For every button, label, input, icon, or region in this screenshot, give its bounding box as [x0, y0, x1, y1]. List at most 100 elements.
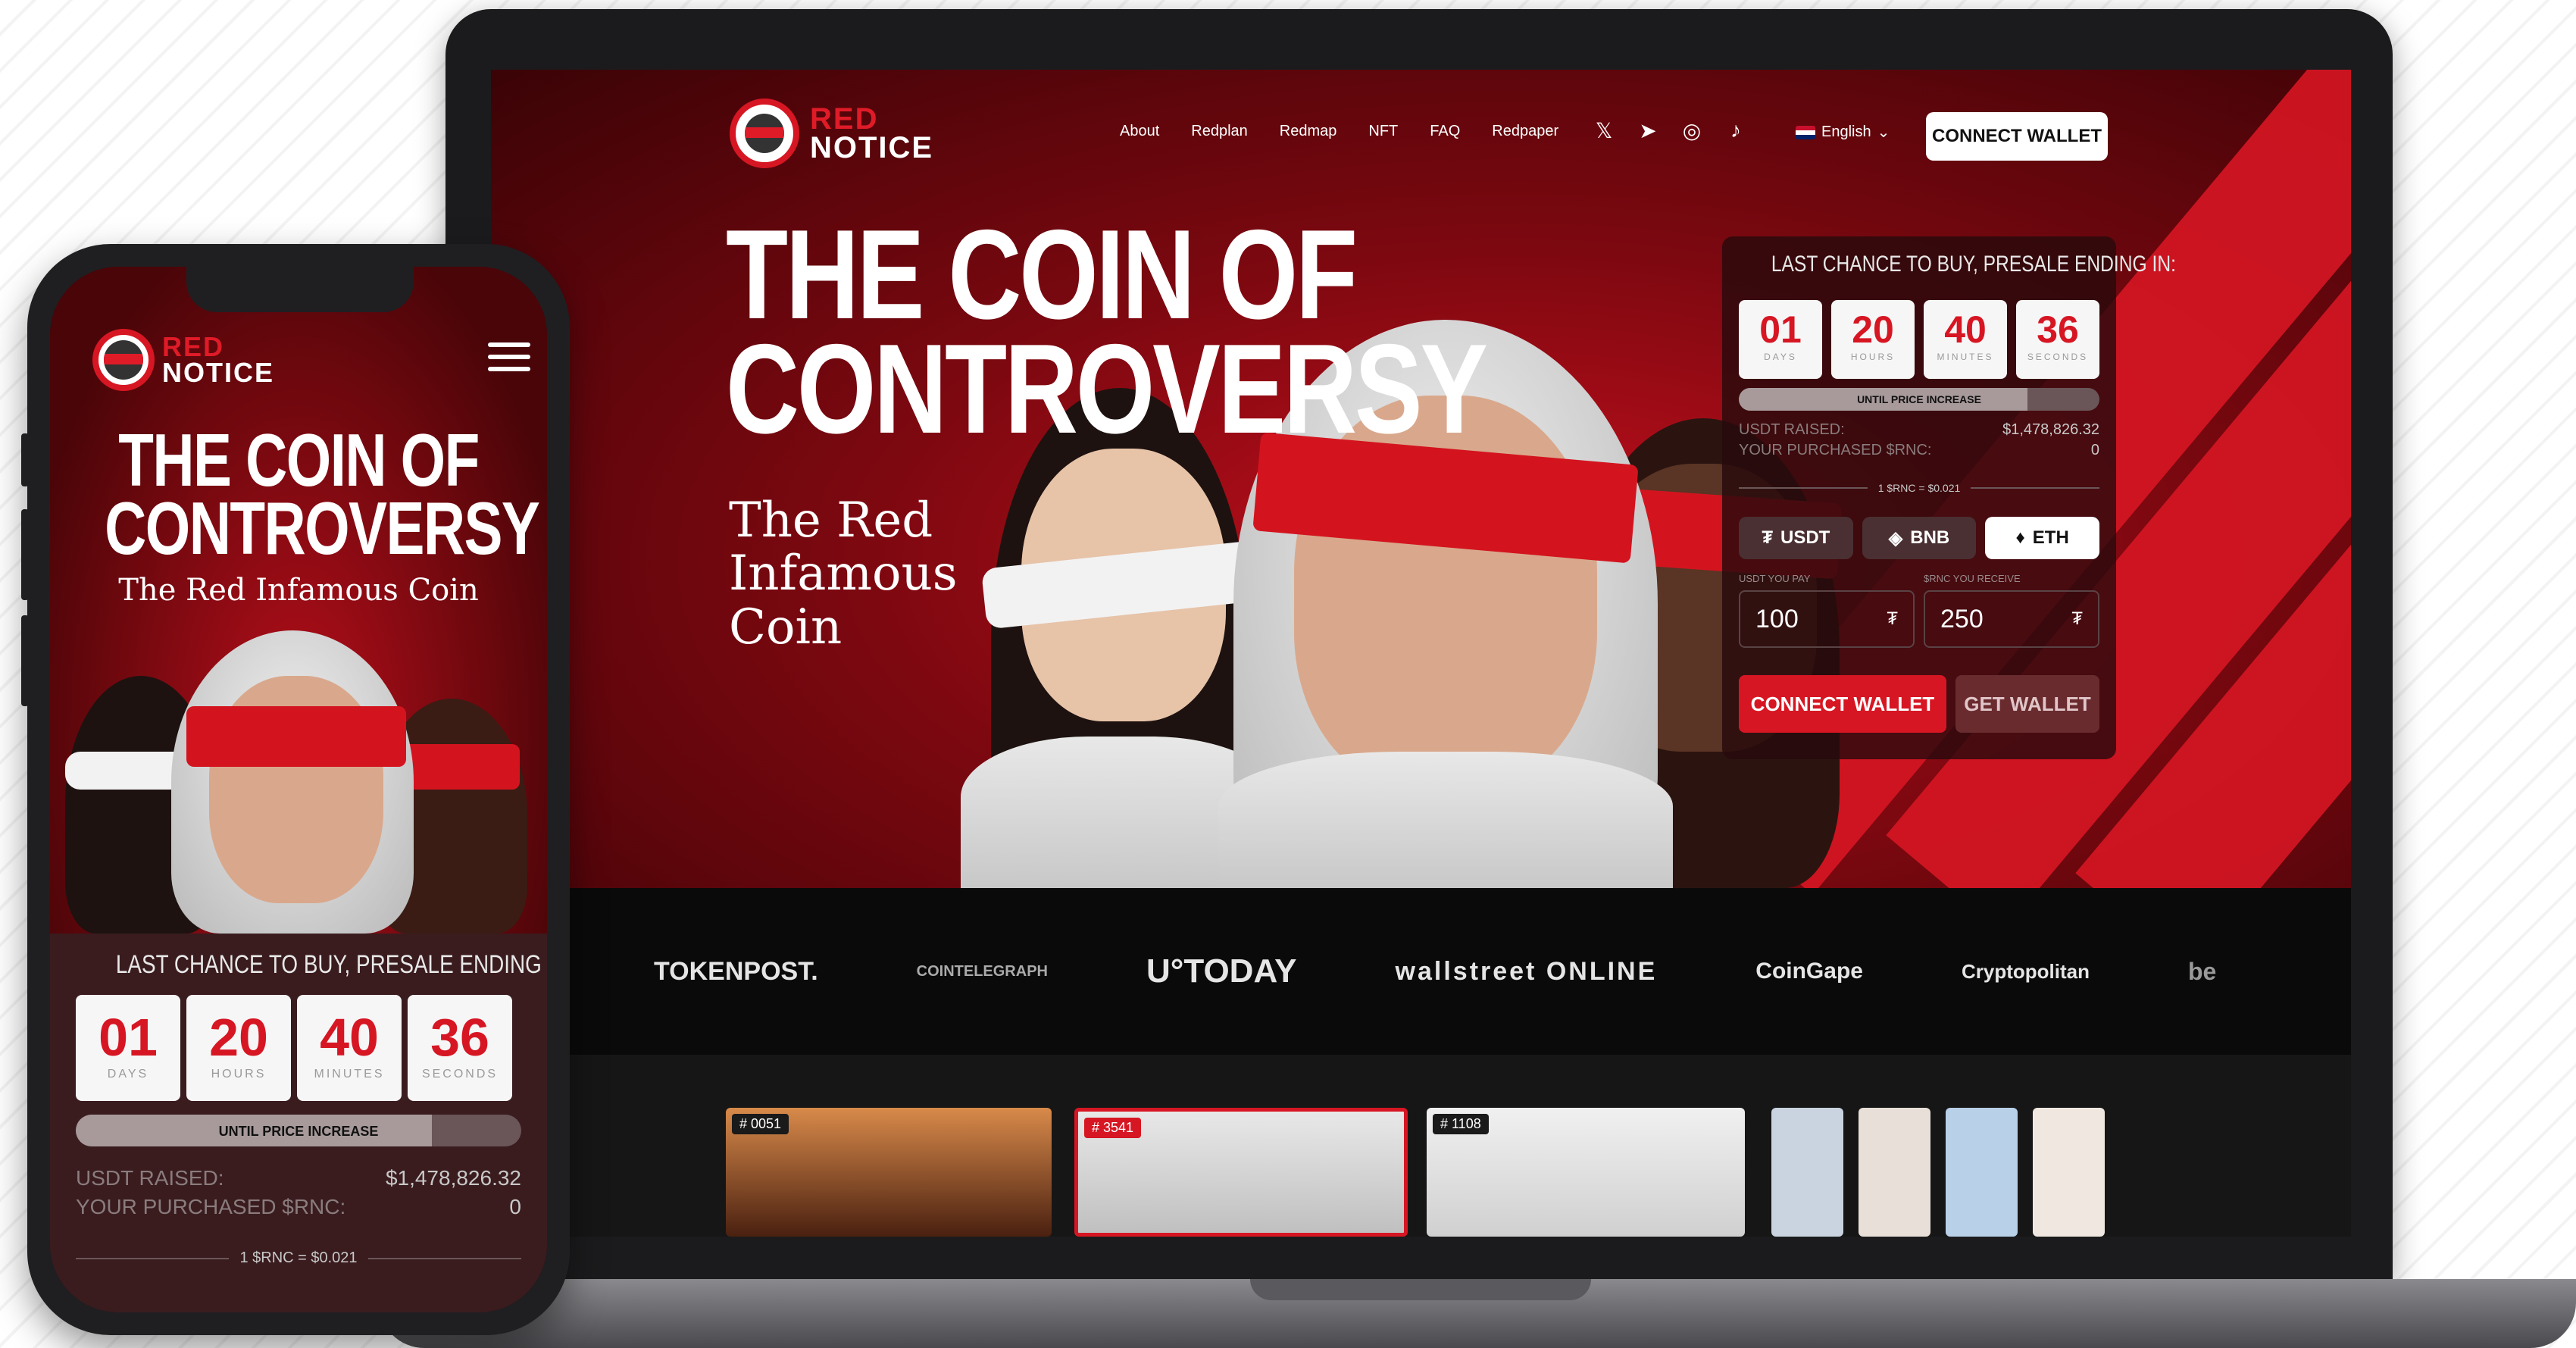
press-logo-utoday[interactable]: U°TODAY — [1146, 952, 1297, 990]
press-logo-cointelegraph[interactable]: COINTELEGRAPH — [917, 963, 1048, 981]
phone-site-logo[interactable]: RED NOTICE — [92, 329, 274, 391]
nav-connect-wallet-button[interactable]: CONNECT WALLET — [1926, 112, 2108, 161]
nav-link-nft[interactable]: NFT — [1368, 123, 1398, 140]
phone-side-button — [21, 509, 29, 600]
countdown-days: 01 DAYS — [1739, 300, 1822, 379]
usdt-raised-label: USDT RAISED: — [76, 1166, 224, 1190]
receive-label: $RNC YOU RECEIVE — [1924, 573, 2021, 584]
press-logo-coingape[interactable]: CoinGape — [1755, 959, 1863, 984]
uk-flag-icon — [1796, 125, 1815, 139]
nav-link-redmap[interactable]: Redmap — [1280, 123, 1337, 140]
countdown-seconds: 36 SECONDS — [408, 995, 512, 1101]
countdown-minutes: 40 MINUTES — [1924, 300, 2007, 379]
countdown: 01 DAYS 20 HOURS 40 MINUTES 36 SECONDS — [1739, 300, 2099, 379]
tether-icon: ₮ — [1887, 608, 1898, 629]
countdown-minutes: 40 MINUTES — [297, 995, 402, 1101]
progress-label: UNTIL PRICE INCREASE — [1857, 393, 1981, 405]
widget-actions: CONNECT WALLET GET WALLET — [1739, 675, 2099, 733]
nft-thumb[interactable] — [2033, 1108, 2105, 1237]
presale-progress-bar: UNTIL PRICE INCREASE — [76, 1115, 521, 1146]
press-logo-wallstreet-online[interactable]: wallstreet ONLINE — [1396, 957, 1658, 987]
logo-text-red: RED — [162, 330, 225, 362]
hero-subtitle: The Red Infamous Coin — [729, 494, 958, 655]
nav-link-redpaper[interactable]: Redpaper — [1492, 123, 1558, 140]
purchased-label: YOUR PURCHASED $RNC: — [76, 1195, 346, 1218]
person-center-shirt — [1218, 752, 1673, 888]
chevron-down-icon: ⌄ — [1877, 124, 1890, 141]
hero-subtitle-line3: Coin — [729, 599, 843, 655]
rate-divider: 1 $RNC = $0.021 — [76, 1249, 522, 1267]
currency-eth-button[interactable]: ♦ ETH — [1985, 517, 2100, 559]
rate-label: 1 $RNC = $0.021 — [1877, 482, 1961, 494]
nft-thumb[interactable] — [1946, 1108, 2018, 1237]
telegram-icon[interactable]: ➤ — [1637, 118, 1659, 143]
hero-title-line2: CONTROVERSY — [726, 317, 1488, 461]
laptop-hinge — [1250, 1279, 1591, 1300]
nft-card-selected[interactable]: # 3541 — [1074, 1108, 1408, 1237]
logo-text-red: RED — [810, 102, 879, 136]
nav-link-about[interactable]: About — [1120, 123, 1159, 140]
nft-card[interactable]: # 1108 — [1427, 1108, 1745, 1237]
receive-amount-input[interactable]: 250 ₮ — [1924, 590, 2099, 648]
tether-icon: ₮ — [1762, 527, 1773, 548]
social-links: 𝕏 ➤ ◎ ♪ — [1593, 118, 1747, 143]
x-icon[interactable]: 𝕏 — [1593, 118, 1615, 143]
purchased-row: YOUR PURCHASED $RNC: 0 — [1739, 442, 2099, 459]
presale-title: LAST CHANCE TO BUY, PRESALE ENDING IN: — [115, 950, 547, 979]
currency-bnb-button[interactable]: ◈ BNB — [1862, 517, 1977, 559]
main-nav: About Redplan Redmap NFT FAQ Redpaper — [1120, 123, 1558, 140]
nft-card[interactable]: # 0051 — [726, 1108, 1052, 1237]
press-logo-cryptopolitan[interactable]: Cryptopolitan — [1962, 960, 2090, 984]
instagram-icon[interactable]: ◎ — [1680, 118, 1703, 143]
language-selector[interactable]: English ⌄ — [1796, 123, 1890, 142]
bnb-icon: ◈ — [1888, 527, 1903, 549]
hamburger-menu-icon[interactable] — [488, 342, 530, 371]
phone-subtitle-part1: The Red — [118, 573, 246, 608]
logo-mascot-icon — [730, 99, 799, 168]
rate-label: 1 $RNC = $0.021 — [239, 1249, 358, 1266]
amount-inputs: 100 ₮ 250 ₮ — [1739, 590, 2099, 648]
currency-usdt-button[interactable]: ₮ USDT — [1739, 517, 1853, 559]
site-logo[interactable]: RED NOTICE — [730, 99, 933, 168]
pay-amount-input[interactable]: 100 ₮ — [1739, 590, 1915, 648]
get-wallet-button[interactable]: GET WALLET — [1955, 675, 2099, 733]
countdown-hours: 20 HOURS — [186, 995, 291, 1101]
red-blindfold-center — [186, 706, 406, 767]
amount-labels: USDT YOU PAY $RNC YOU RECEIVE — [1739, 573, 2099, 584]
usdt-raised-row: USDT RAISED: $1,478,826.32 — [1739, 421, 2099, 439]
nav-link-faq[interactable]: FAQ — [1430, 123, 1460, 140]
phone-hero-subtitle: The Red Infamous Coin — [50, 573, 547, 608]
phone-subtitle-part2: Infamous — [255, 573, 399, 608]
phone-hero-title-line2: CONTROVERSY — [105, 486, 540, 571]
presale-widget: LAST CHANCE TO BUY, PRESALE ENDING IN: 0… — [1722, 236, 2176, 759]
nft-thumb[interactable] — [1859, 1108, 1930, 1237]
hero-subtitle-line2: Infamous — [729, 546, 958, 602]
hero-title: THE COIN OF CONTROVERSY — [726, 203, 1488, 461]
nft-gallery: # 0051 # 3541 # 1108 — [491, 1055, 2351, 1237]
logo-text-notice: NOTICE — [810, 131, 934, 164]
tiktok-icon[interactable]: ♪ — [1724, 118, 1747, 143]
phone-hero-title: THE COIN OF CONTROVERSY — [105, 418, 540, 571]
countdown-days: 01 DAYS — [76, 995, 180, 1101]
nft-tag: # 1108 — [1433, 1114, 1489, 1134]
nft-thumb[interactable] — [1771, 1108, 1843, 1237]
countdown-seconds: 36 SECONDS — [2016, 300, 2099, 379]
hero-title-line1: THE COIN OF — [726, 203, 1358, 346]
token-icon: ₮ — [2071, 608, 2083, 629]
phone-frame: RED NOTICE THE COIN OF CONTROVERSY The R… — [21, 244, 570, 1335]
nav-link-redplan[interactable]: Redplan — [1191, 123, 1248, 140]
phone-hero-title-line1: THE COIN OF — [118, 418, 480, 502]
purchased-value: 0 — [2090, 442, 2099, 458]
press-logo-tokenpost[interactable]: TOKENPOST. — [654, 957, 818, 987]
widget-connect-wallet-button[interactable]: CONNECT WALLET — [1739, 675, 1946, 733]
logo-text-notice: NOTICE — [162, 357, 275, 388]
usdt-raised-value: $1,478,826.32 — [2002, 421, 2099, 438]
phone-screen: RED NOTICE THE COIN OF CONTROVERSY The R… — [50, 267, 547, 1312]
phone-notch — [186, 267, 414, 312]
laptop-screen: RED NOTICE About Redplan Redmap NFT FAQ … — [491, 70, 2351, 1237]
press-logo-partial[interactable]: be — [2188, 958, 2216, 986]
nft-tag: # 3541 — [1084, 1118, 1142, 1138]
purchased-label: YOUR PURCHASED $RNC: — [1739, 442, 1932, 458]
presale-title: LAST CHANCE TO BUY, PRESALE ENDING IN: — [1771, 252, 2176, 277]
eth-icon: ♦ — [2015, 527, 2025, 548]
